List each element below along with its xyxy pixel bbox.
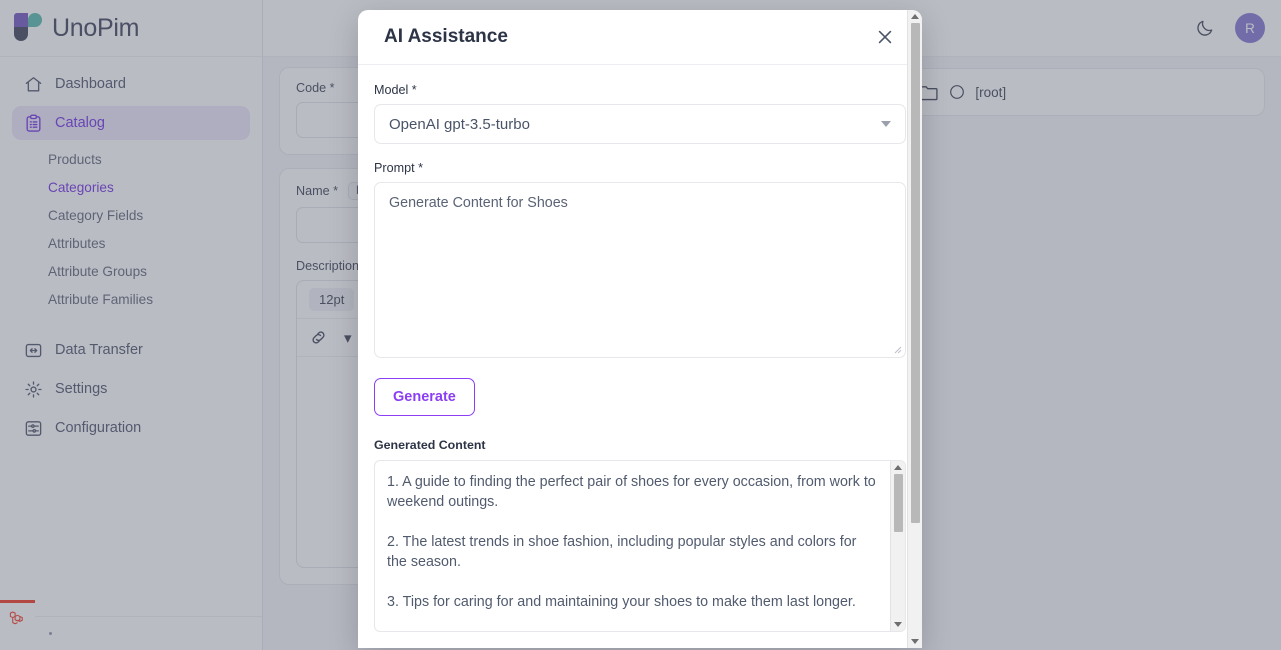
scrollbar-thumb[interactable]	[893, 474, 903, 532]
model-label: Model *	[374, 83, 417, 97]
modal-scrollbar[interactable]	[907, 10, 922, 648]
resize-handle-icon[interactable]	[892, 344, 902, 354]
prompt-textarea[interactable]: Generate Content for Shoes	[374, 182, 906, 358]
prompt-value: Generate Content for Shoes	[389, 195, 568, 211]
generated-paragraph: 2. The latest trends in shoe fashion, in…	[387, 534, 857, 570]
generated-content-text: 1. A guide to finding the perfect pair o…	[375, 461, 890, 631]
model-select[interactable]: OpenAI gpt-3.5-turbo	[374, 104, 906, 144]
modal-scrollbar-thumb[interactable]	[910, 23, 920, 523]
modal-scroll-down-arrow-icon[interactable]	[911, 639, 919, 644]
ai-assistance-modal: AI Assistance Model * OpenAI gpt-3.5-tur…	[358, 10, 922, 648]
modal-title: AI Assistance	[384, 26, 508, 47]
close-icon	[878, 30, 892, 44]
generated-content-scrollbar[interactable]	[890, 461, 905, 631]
generate-button-wrap: Generate	[374, 378, 906, 438]
scroll-down-arrow-icon[interactable]	[894, 622, 902, 627]
generated-paragraph: 1. A guide to finding the perfect pair o…	[387, 474, 876, 510]
modal-body: Model * OpenAI gpt-3.5-turbo Prompt * Ge…	[358, 65, 922, 632]
close-button[interactable]	[872, 24, 898, 50]
generated-paragraph: 3. Tips for caring for and maintaining y…	[387, 594, 856, 610]
generated-content-label: Generated Content	[374, 438, 486, 452]
generated-content-textarea[interactable]: 1. A guide to finding the perfect pair o…	[374, 460, 906, 632]
scroll-up-arrow-icon[interactable]	[894, 465, 902, 470]
generate-button[interactable]: Generate	[374, 378, 475, 416]
prompt-label: Prompt *	[374, 161, 423, 175]
modal-scroll-up-arrow-icon[interactable]	[911, 14, 919, 19]
chevron-down-icon	[881, 121, 891, 127]
model-select-value: OpenAI gpt-3.5-turbo	[389, 115, 530, 133]
modal-inner: AI Assistance Model * OpenAI gpt-3.5-tur…	[358, 10, 922, 648]
modal-header: AI Assistance	[358, 10, 922, 65]
